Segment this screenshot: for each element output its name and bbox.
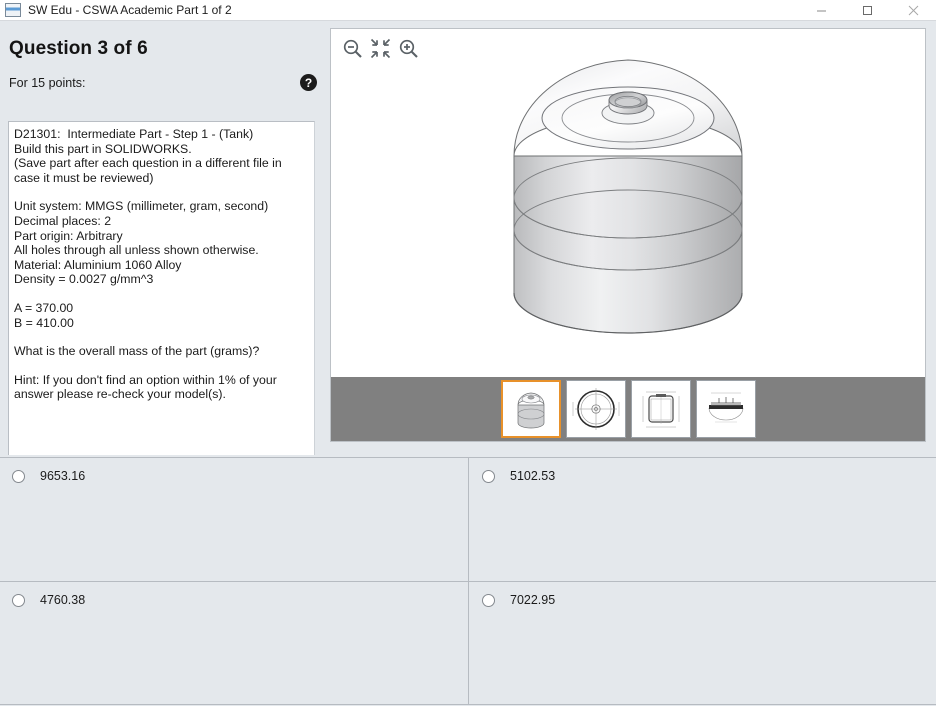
question-body-hint: Hint: If you don't find an option within… — [14, 372, 281, 402]
maximize-button[interactable] — [844, 0, 890, 21]
window-controls — [798, 0, 936, 21]
answer-label-2: 5102.53 — [510, 469, 556, 483]
question-body-variables: A = 370.00 B = 410.00 — [14, 300, 74, 330]
zoom-to-fit-icon[interactable] — [367, 35, 393, 61]
window-title: SW Edu - CSWA Academic Part 1 of 2 — [28, 3, 232, 17]
question-body-prompt: What is the overall mass of the part (gr… — [14, 344, 260, 359]
question-text-box: D21301: Intermediate Part - Step 1 - (Ta… — [8, 121, 315, 463]
thumbnail-strip — [331, 377, 925, 441]
question-panel: Question 3 of 6 For 15 points: ? D21301:… — [0, 21, 322, 463]
answer-option-3[interactable]: 4760.38 — [0, 582, 468, 705]
radio-button-3[interactable] — [12, 594, 25, 607]
answer-option-1[interactable]: 9653.16 — [0, 458, 468, 581]
viewer-toolbar — [339, 35, 421, 61]
thumbnail-front-section-drawing[interactable] — [630, 380, 691, 438]
answer-options: 9653.16 5102.53 4760.38 7022.95 — [0, 455, 936, 706]
radio-button-4[interactable] — [482, 594, 495, 607]
thumbnail-isometric[interactable] — [500, 380, 561, 438]
radio-button-1[interactable] — [12, 470, 25, 483]
question-body-specs: Unit system: MMGS (millimeter, gram, sec… — [14, 199, 269, 287]
answers-bottom-divider — [0, 704, 936, 705]
solidworks-icon — [5, 3, 21, 17]
close-button[interactable] — [890, 0, 936, 21]
zoom-out-icon[interactable] — [339, 35, 365, 61]
thumbnail-top-view[interactable] — [565, 380, 626, 438]
answer-label-4: 7022.95 — [510, 593, 556, 607]
tank-model-graphic — [513, 59, 743, 334]
answer-label-1: 9653.16 — [40, 469, 86, 483]
title-bar: SW Edu - CSWA Academic Part 1 of 2 — [0, 0, 936, 21]
zoom-in-icon[interactable] — [395, 35, 421, 61]
minimize-button[interactable] — [798, 0, 844, 21]
application-window: SW Edu - CSWA Academic Part 1 of 2 Quest… — [0, 0, 936, 706]
help-icon[interactable]: ? — [300, 74, 317, 91]
model-stage[interactable] — [331, 29, 925, 377]
question-body-identification: D21301: Intermediate Part - Step 1 - (Ta… — [14, 127, 282, 185]
radio-button-2[interactable] — [482, 470, 495, 483]
model-viewer — [330, 28, 926, 442]
answer-option-4[interactable]: 7022.95 — [468, 582, 936, 705]
answer-label-3: 4760.38 — [40, 593, 86, 607]
answer-row-2: 4760.38 7022.95 — [0, 581, 936, 705]
thumbnail-bottom-section-drawing[interactable] — [695, 380, 756, 438]
page-title: Question 3 of 6 — [9, 38, 148, 59]
answer-row-1: 9653.16 5102.53 — [0, 457, 936, 581]
answer-option-2[interactable]: 5102.53 — [468, 458, 936, 581]
points-label: For 15 points: — [9, 76, 86, 90]
